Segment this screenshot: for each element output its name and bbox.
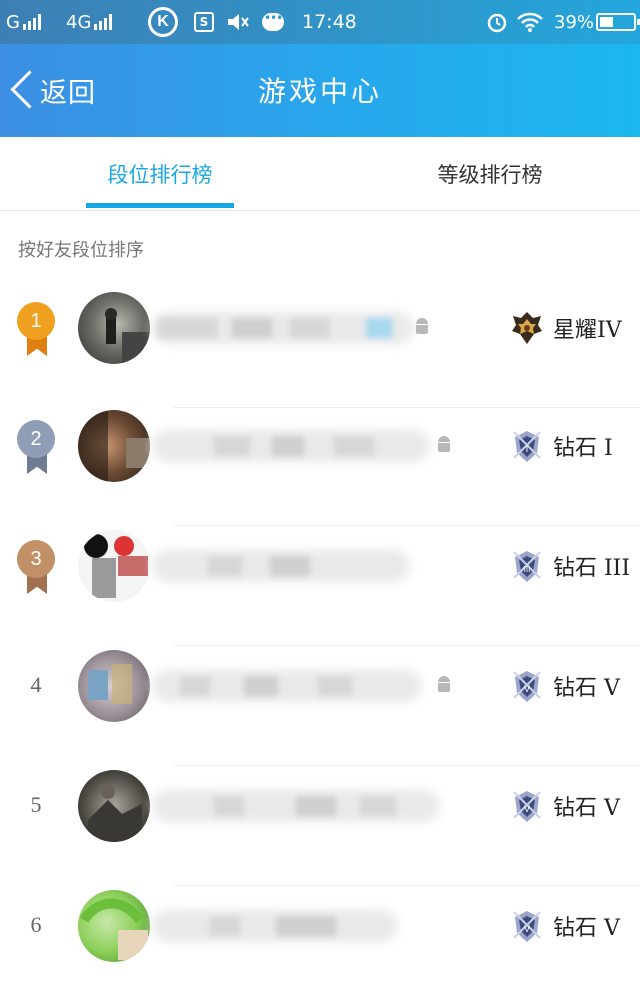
avatar[interactable] (78, 410, 150, 482)
svg-text:V: V (524, 804, 530, 814)
k-app-icon: K (148, 0, 178, 44)
diamond-rank-icon: I (513, 431, 541, 462)
battery-text: 39% (554, 11, 595, 33)
status-bar: G 4G K S 17:48 39% (0, 0, 640, 44)
diamond-rank-icon: V (513, 791, 541, 822)
leaderboard-row[interactable]: 2 I 钻石 I (0, 406, 640, 526)
medal-number: 1 (17, 302, 55, 340)
leaderboard-row[interactable]: 5 V 钻石 V (0, 766, 640, 886)
signal-bars-icon (94, 14, 113, 30)
avatar[interactable] (78, 292, 150, 364)
alarm-icon (486, 0, 508, 44)
svg-text:V: V (524, 684, 530, 694)
diamond-rank-icon: V (513, 671, 541, 702)
page-title: 游戏中心 (257, 75, 382, 108)
tab-level-ranking[interactable]: 等级排行榜 (390, 137, 590, 211)
signal-1: G (6, 0, 41, 44)
avatar[interactable] (78, 890, 150, 962)
svg-text:III: III (524, 565, 531, 574)
diamond-rank-icon: V (513, 911, 541, 942)
svg-text:V: V (524, 924, 530, 934)
rank-tier-label: 星耀IV (553, 318, 622, 343)
diamond-rank-icon: III (513, 551, 541, 582)
time-text: 17:48 (302, 11, 357, 33)
rank-number: 5 (30, 792, 42, 817)
android-icon (414, 318, 430, 336)
active-tab-indicator (86, 203, 234, 208)
android-icon (436, 436, 452, 454)
medal-number: 2 (17, 420, 55, 458)
rank-tier-label: 钻石 V (553, 796, 620, 821)
clock-time: 17:48 (302, 0, 357, 44)
bronze-medal-icon: 3 (16, 540, 58, 596)
tab-bar: 段位排行榜 等级排行榜 (0, 137, 640, 211)
avatar[interactable] (78, 650, 150, 722)
leaderboard-row[interactable]: 1 星耀IV (0, 288, 640, 408)
silver-medal-icon: 2 (16, 420, 58, 476)
rank-tier-label: 钻石 I (553, 436, 613, 461)
title-bar: 返回 游戏中心 (0, 44, 640, 137)
medal-number: 3 (17, 540, 55, 578)
rank-number: 6 (30, 912, 42, 937)
leaderboard-row[interactable]: 3 III 钻石 III (0, 526, 640, 646)
carrier-2-label: 4G (66, 11, 92, 33)
svg-text:I: I (526, 444, 529, 454)
mute-icon (226, 0, 250, 44)
rank-number: 4 (30, 672, 42, 697)
signal-bars-icon (22, 14, 41, 30)
battery-icon (596, 0, 640, 44)
starlight-rank-icon (512, 312, 542, 344)
signal-2: 4G (66, 0, 113, 44)
rank-tier-label: 钻石 V (553, 916, 620, 941)
rank-tier-label: 钻石 V (553, 676, 620, 701)
leaderboard-row[interactable]: 6 V 钻石 V (0, 886, 640, 987)
message-icon (262, 0, 284, 44)
avatar[interactable] (78, 530, 150, 602)
carrier-1-label: G (6, 11, 20, 33)
gold-medal-icon: 1 (16, 302, 58, 358)
android-icon (436, 676, 452, 694)
sort-description: 按好友段位排序 (18, 240, 144, 261)
battery-percent: 39% (554, 0, 594, 44)
s-app-icon: S (194, 0, 214, 44)
leaderboard-row[interactable]: 4 V 钻石 V (0, 646, 640, 766)
wifi-icon (516, 0, 544, 44)
tab-tier-ranking[interactable]: 段位排行榜 (60, 137, 260, 211)
avatar[interactable] (78, 770, 150, 842)
rank-tier-label: 钻石 III (553, 556, 631, 581)
